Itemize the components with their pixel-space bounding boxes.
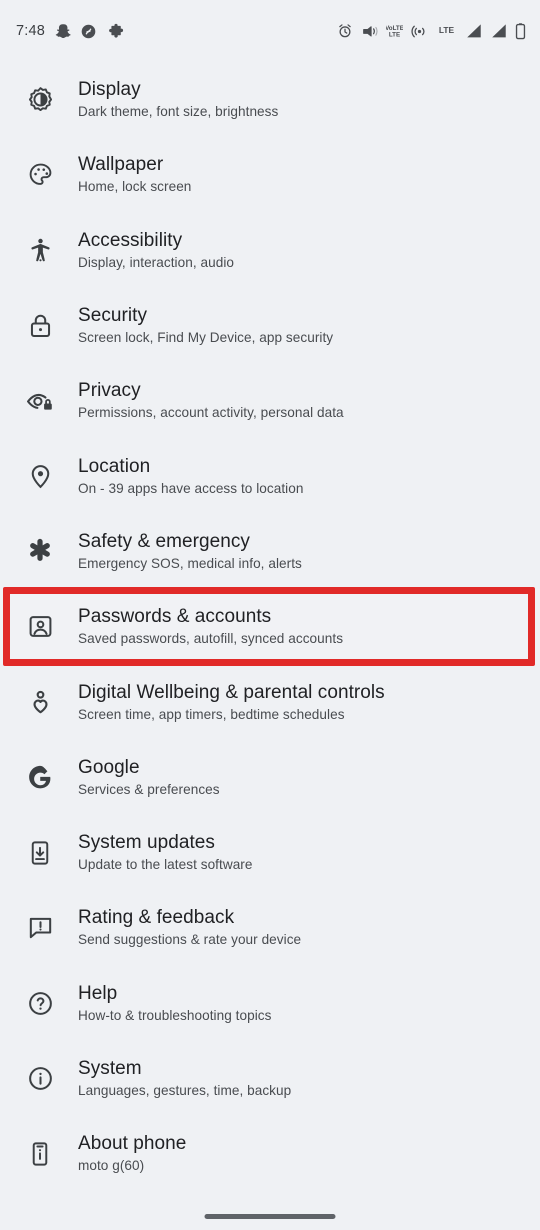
info-circle-icon xyxy=(20,1059,60,1099)
settings-row-title: Help xyxy=(78,982,118,1004)
settings-row-subtitle: How-to & troubleshooting topics xyxy=(78,1007,272,1023)
settings-row-text: Safety & emergency Emergency SOS, medical… xyxy=(78,530,302,573)
help-circle-icon xyxy=(20,983,60,1023)
settings-row-subtitle: Languages, gestures, time, backup xyxy=(78,1083,292,1098)
palette-icon xyxy=(20,155,60,195)
settings-list: Display Dark theme, font size, brightness… xyxy=(0,62,540,1191)
google-g-icon xyxy=(20,757,60,797)
brightness-icon xyxy=(20,80,60,120)
puzzle-piece-icon xyxy=(106,22,124,40)
settings-row-display[interactable]: Display Dark theme, font size, brightness xyxy=(0,62,540,137)
shazam-icon xyxy=(80,23,97,40)
settings-row-text: Google Services & preferences xyxy=(78,756,220,799)
feedback-bubble-icon xyxy=(20,908,60,948)
settings-row-title: About phone xyxy=(78,1133,187,1155)
status-bar-left: 7:48 xyxy=(16,22,124,40)
settings-row-title: Safety & emergency xyxy=(78,530,250,552)
settings-row-title: Google xyxy=(78,756,140,778)
asterisk-icon xyxy=(20,531,60,571)
settings-row-title: Digital Wellbeing & parental controls xyxy=(78,681,385,703)
settings-row-title: Display xyxy=(78,79,141,101)
settings-row-text: Help How-to & troubleshooting topics xyxy=(78,982,271,1025)
alarm-clock-icon xyxy=(337,23,353,39)
settings-row-digital-wellbeing-parental-controls[interactable]: Digital Wellbeing & parental controls Scr… xyxy=(0,664,540,739)
settings-row-accessibility[interactable]: Accessibility Display, interaction, audio xyxy=(0,213,540,288)
settings-row-text: Security Screen lock, Find My Device, app… xyxy=(78,304,333,347)
settings-row-about-phone[interactable]: About phone moto g(60) xyxy=(0,1116,540,1191)
svg-text:LTE: LTE xyxy=(439,25,455,35)
status-bar-right: VoLTE LTE LTE xyxy=(337,22,526,40)
settings-row-text: Privacy Permissions, account activity, pe… xyxy=(78,379,344,422)
signal-bars-1-icon xyxy=(465,23,482,39)
settings-row-text: Location On - 39 apps have access to loca… xyxy=(78,455,303,498)
settings-row-text: About phone moto g(60) xyxy=(78,1132,186,1175)
snapchat-icon xyxy=(54,23,71,40)
settings-row-subtitle: On - 39 apps have access to location xyxy=(78,480,304,496)
settings-row-subtitle: Display, interaction, audio xyxy=(78,254,234,270)
settings-row-title: Wallpaper xyxy=(78,154,164,176)
vibrate-icon xyxy=(361,24,378,39)
settings-row-text: Rating & feedback Send suggestions & rate… xyxy=(78,906,301,949)
battery-icon xyxy=(515,22,526,40)
settings-row-safety-emergency[interactable]: Safety & emergency Emergency SOS, medical… xyxy=(0,514,540,589)
home-gesture-handle[interactable] xyxy=(204,1214,336,1219)
settings-row-wallpaper[interactable]: Wallpaper Home, lock screen xyxy=(0,137,540,212)
status-bar-clock: 7:48 xyxy=(16,23,46,39)
settings-row-text: System updates Update to the latest softw… xyxy=(78,831,253,874)
settings-row-title: Location xyxy=(78,455,151,477)
settings-row-title: System xyxy=(78,1058,142,1079)
svg-text:LTE: LTE xyxy=(389,32,400,39)
settings-row-system[interactable]: System Languages, gestures, time, backup xyxy=(0,1041,540,1116)
settings-row-subtitle: Saved passwords, autofill, synced accoun… xyxy=(78,631,344,647)
settings-row-title: Security xyxy=(78,305,148,327)
accessibility-person-icon xyxy=(20,230,60,270)
lte-label-icon: LTE xyxy=(436,24,457,38)
settings-row-title: Accessibility xyxy=(78,229,183,251)
settings-row-security[interactable]: Security Screen lock, Find My Device, app… xyxy=(0,288,540,363)
hotspot-icon xyxy=(411,23,428,40)
settings-row-subtitle: Dark theme, font size, brightness xyxy=(78,104,279,120)
settings-row-subtitle: Screen time, app timers, bedtime schedul… xyxy=(78,706,345,722)
settings-row-rating-feedback[interactable]: Rating & feedback Send suggestions & rate… xyxy=(0,890,540,965)
settings-row-help[interactable]: Help How-to & troubleshooting topics xyxy=(0,966,540,1041)
settings-row-subtitle: Permissions, account activity, personal … xyxy=(78,405,344,421)
svg-text:VoLTE: VoLTE xyxy=(386,25,403,32)
settings-row-text: System Languages, gestures, time, backup xyxy=(78,1057,291,1100)
settings-row-title: Passwords & accounts xyxy=(78,606,272,628)
signal-bars-2-icon xyxy=(490,23,507,39)
settings-row-subtitle: Emergency SOS, medical info, alerts xyxy=(78,555,302,571)
settings-row-subtitle: Update to the latest software xyxy=(78,857,253,873)
settings-row-subtitle: Home, lock screen xyxy=(78,179,192,195)
settings-row-text: Passwords & accounts Saved passwords, aut… xyxy=(78,605,343,648)
settings-row-subtitle: Screen lock, Find My Device, app securit… xyxy=(78,330,334,346)
settings-row-subtitle: Services & preferences xyxy=(78,781,220,797)
settings-row-passwords-accounts[interactable]: Passwords & accounts Saved passwords, aut… xyxy=(0,589,540,665)
settings-row-title: Rating & feedback xyxy=(78,907,235,929)
settings-row-google[interactable]: Google Services & preferences xyxy=(0,740,540,815)
settings-row-title: System updates xyxy=(78,832,215,854)
settings-row-privacy[interactable]: Privacy Permissions, account activity, pe… xyxy=(0,363,540,438)
settings-row-text: Wallpaper Home, lock screen xyxy=(78,153,191,196)
settings-row-text: Digital Wellbeing & parental controls Scr… xyxy=(78,681,385,724)
volte-icon: VoLTE LTE xyxy=(386,23,403,39)
settings-row-text: Display Dark theme, font size, brightness xyxy=(78,78,278,121)
person-heart-icon xyxy=(20,682,60,722)
settings-row-system-updates[interactable]: System updates Update to the latest softw… xyxy=(0,815,540,890)
settings-row-subtitle: moto g(60) xyxy=(78,1158,145,1174)
phone-download-icon xyxy=(20,833,60,873)
settings-row-subtitle: Send suggestions & rate your device xyxy=(78,932,302,948)
status-bar: 7:48 VoLTE LTE LTE xyxy=(0,0,540,62)
settings-row-text: Accessibility Display, interaction, audio xyxy=(78,229,234,272)
phone-info-icon xyxy=(20,1134,60,1174)
settings-row-title: Privacy xyxy=(78,380,141,402)
eye-lock-icon xyxy=(20,381,60,421)
settings-row-location[interactable]: Location On - 39 apps have access to loca… xyxy=(0,438,540,513)
location-pin-icon xyxy=(20,456,60,496)
account-badge-icon xyxy=(20,607,60,647)
lock-icon xyxy=(20,306,60,346)
